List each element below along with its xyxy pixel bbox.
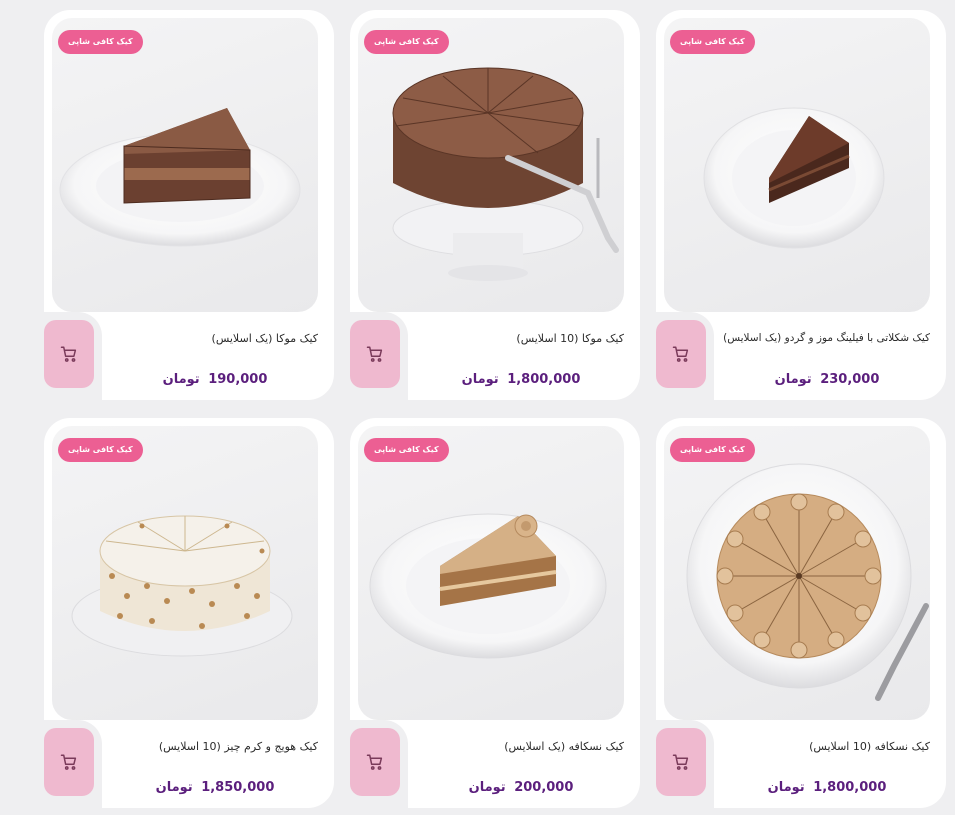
- product-price: 1,800,000 تومان: [410, 372, 632, 387]
- product-price: 200,000 تومان: [410, 780, 632, 795]
- product-title[interactable]: کیک نسکافه (یک اسلایس): [414, 740, 624, 753]
- category-badge: کیک کافی شاپی: [58, 438, 143, 462]
- currency-label: تومان: [155, 780, 193, 795]
- product-image-mocha-slice[interactable]: [52, 18, 318, 312]
- category-badge: کیک کافی شاپی: [670, 30, 755, 54]
- price-value: 1,800,000: [507, 372, 581, 387]
- product-price: 190,000 تومان: [104, 372, 326, 387]
- product-title[interactable]: کیک هویج و کرم چیز (10 اسلایس): [108, 740, 318, 753]
- shopping-cart-icon: [672, 754, 689, 770]
- category-badge: کیک کافی شاپی: [670, 438, 755, 462]
- shopping-cart-icon: [366, 346, 383, 362]
- price-value: 1,850,000: [201, 780, 275, 795]
- product-title[interactable]: کیک نسکافه (10 اسلایس): [720, 740, 930, 753]
- product-card[interactable]: کیک کافی شاپی کیک نسکافه (یک اسلایس) 200…: [344, 418, 640, 814]
- currency-label: تومان: [468, 780, 506, 795]
- product-price: 1,800,000 تومان: [716, 780, 938, 795]
- add-to-cart-button[interactable]: [44, 320, 94, 388]
- product-title[interactable]: کیک موکا (10 اسلایس): [414, 332, 624, 345]
- add-to-cart-button[interactable]: [350, 320, 400, 388]
- product-image-nescafe-slice[interactable]: [358, 426, 624, 720]
- category-badge: کیک کافی شاپی: [58, 30, 143, 54]
- product-image-carrot-whole[interactable]: [52, 426, 318, 720]
- add-to-cart-button[interactable]: [656, 728, 706, 796]
- product-image-chocolate-slice[interactable]: [664, 18, 930, 312]
- currency-label: تومان: [774, 372, 812, 387]
- shopping-cart-icon: [366, 754, 383, 770]
- product-card[interactable]: کیک کافی شاپی کیک موکا (یک اسلایس) 190,0…: [38, 10, 334, 406]
- currency-label: تومان: [461, 372, 499, 387]
- product-price: 1,850,000 تومان: [104, 780, 326, 795]
- price-value: 200,000: [514, 780, 574, 795]
- price-value: 190,000: [208, 372, 268, 387]
- product-card[interactable]: کیک کافی شاپی کیک نسکافه (10 اسلایس) 1,8…: [650, 418, 946, 814]
- product-card[interactable]: کیک کافی شاپی کیک شکلاتی با فیلینگ موز و…: [650, 10, 946, 406]
- product-image-mocha-whole[interactable]: [358, 18, 624, 312]
- add-to-cart-button[interactable]: [44, 728, 94, 796]
- currency-label: تومان: [162, 372, 200, 387]
- category-badge: کیک کافی شاپی: [364, 438, 449, 462]
- price-value: 230,000: [820, 372, 880, 387]
- product-title[interactable]: کیک موکا (یک اسلایس): [108, 332, 318, 345]
- product-image-nescafe-whole[interactable]: [664, 426, 930, 720]
- currency-label: تومان: [767, 780, 805, 795]
- product-card[interactable]: کیک کافی شاپی کیک موکا (10 اسلایس) 1,800…: [344, 10, 640, 406]
- product-title[interactable]: کیک شکلاتی با فیلینگ موز و گردو (یک اسلا…: [710, 332, 930, 344]
- category-badge: کیک کافی شاپی: [364, 30, 449, 54]
- product-price: 230,000 تومان: [716, 372, 938, 387]
- shopping-cart-icon: [60, 754, 77, 770]
- price-value: 1,800,000: [813, 780, 887, 795]
- add-to-cart-button[interactable]: [656, 320, 706, 388]
- product-card[interactable]: کیک کافی شاپی کیک هویج و کرم چیز (10 اسل…: [38, 418, 334, 814]
- add-to-cart-button[interactable]: [350, 728, 400, 796]
- shopping-cart-icon: [60, 346, 77, 362]
- shopping-cart-icon: [672, 346, 689, 362]
